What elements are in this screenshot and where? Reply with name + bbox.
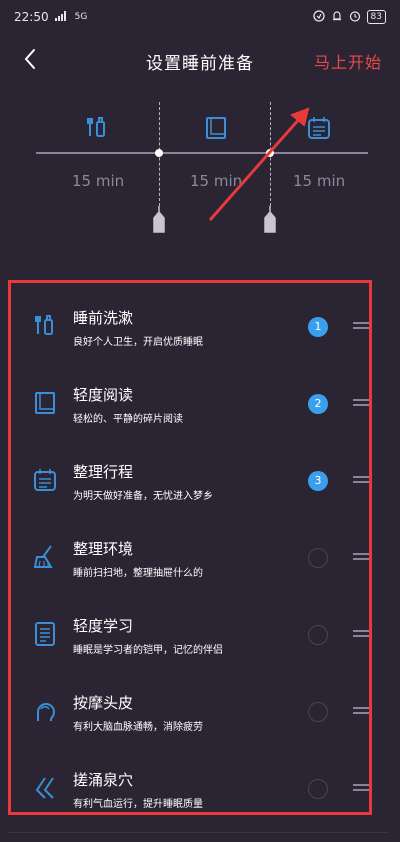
timeline-drag-handle[interactable] xyxy=(151,206,167,234)
activity-desc: 良好个人卫生，开启优质睡眠 xyxy=(73,337,203,348)
toothbrush-icon xyxy=(35,315,53,335)
head-massage-icon xyxy=(37,703,56,721)
broom-icon xyxy=(33,545,53,568)
activity-desc: 轻松的、平静的碎片阅读 xyxy=(73,414,183,425)
foot-icon xyxy=(35,777,54,799)
status-time: 22:50 xyxy=(14,10,49,24)
drag-grip-icon[interactable] xyxy=(353,707,369,715)
activity-item[interactable]: 轻度学习 睡眠是学习者的铠甲，记忆的伴侣 xyxy=(11,595,369,673)
nav-bar: 设置睡前准备 马上开始 xyxy=(0,38,400,82)
annotation-arrow xyxy=(208,107,310,221)
activity-desc: 睡眠是学习者的铠甲，记忆的伴侣 xyxy=(73,645,223,656)
status-right: 83 xyxy=(312,9,386,25)
activity-item[interactable]: 整理环境 睡前扫扫地，整理抽屉什么的 xyxy=(11,518,369,596)
network-label: 5G xyxy=(74,12,88,22)
activity-desc: 睡前扫扫地，整理抽屉什么的 xyxy=(73,568,203,579)
activity-item[interactable]: 睡前洗漱 良好个人卫生，开启优质睡眠 1 xyxy=(11,287,369,365)
alarm-icon xyxy=(349,10,361,25)
calendar-icon xyxy=(34,469,56,491)
drag-grip-icon[interactable] xyxy=(353,784,369,792)
status-left: 22:50 5G xyxy=(14,10,87,24)
activity-desc: 有利气血运行，提升睡眠质量 xyxy=(73,799,203,810)
order-badge[interactable]: 1 xyxy=(308,317,328,337)
timeline-node xyxy=(155,149,163,157)
order-badge[interactable]: 3 xyxy=(308,471,328,491)
timeline-duration: 15 min xyxy=(72,172,125,190)
activity-list: 睡前洗漱 良好个人卫生，开启优质睡眠 1 轻度阅读 轻松的、平静的碎片阅读 2 … xyxy=(8,280,372,815)
activity-item[interactable]: 按摩头皮 有利大脑血脉通畅，消除疲劳 xyxy=(11,672,369,750)
drag-grip-icon[interactable] xyxy=(353,476,369,484)
bottom-divider xyxy=(8,832,388,833)
drag-grip-icon[interactable] xyxy=(353,322,369,330)
select-radio[interactable] xyxy=(308,548,328,568)
activity-item[interactable]: 搓涌泉穴 有利气血运行，提升睡眠质量 xyxy=(11,749,369,827)
activity-title: 轻度阅读 xyxy=(73,386,134,404)
activity-item[interactable]: 轻度阅读 轻松的、平静的碎片阅读 2 xyxy=(11,364,369,442)
activity-desc: 为明天做好准备，无忧进入梦乡 xyxy=(73,491,213,502)
signal-icon xyxy=(54,10,69,24)
book-icon xyxy=(35,392,55,414)
bell-icon xyxy=(331,10,343,25)
order-badge[interactable]: 2 xyxy=(308,394,328,414)
drag-grip-icon[interactable] xyxy=(353,630,369,638)
vpn-icon xyxy=(312,9,325,25)
notebook-icon xyxy=(35,622,55,646)
select-radio[interactable] xyxy=(308,779,328,799)
activity-title: 搓涌泉穴 xyxy=(73,771,134,789)
drag-grip-icon[interactable] xyxy=(353,399,369,407)
select-radio[interactable] xyxy=(308,702,328,722)
activity-title: 轻度学习 xyxy=(73,617,134,635)
battery-indicator: 83 xyxy=(366,10,386,24)
select-radio[interactable] xyxy=(308,625,328,645)
start-now-button[interactable]: 马上开始 xyxy=(314,49,382,73)
activity-desc: 有利大脑血脉通畅，消除疲劳 xyxy=(73,722,203,733)
activity-title: 整理环境 xyxy=(73,540,134,558)
activity-title: 整理行程 xyxy=(73,463,134,481)
activity-item[interactable]: 整理行程 为明天做好准备，无忧进入梦乡 3 xyxy=(11,441,369,519)
activity-title: 睡前洗漱 xyxy=(73,309,134,327)
status-bar: 22:50 5G 83 xyxy=(0,0,400,34)
activity-title: 按摩头皮 xyxy=(73,694,134,712)
drag-grip-icon[interactable] xyxy=(353,553,369,561)
toothbrush-icon xyxy=(87,117,105,137)
